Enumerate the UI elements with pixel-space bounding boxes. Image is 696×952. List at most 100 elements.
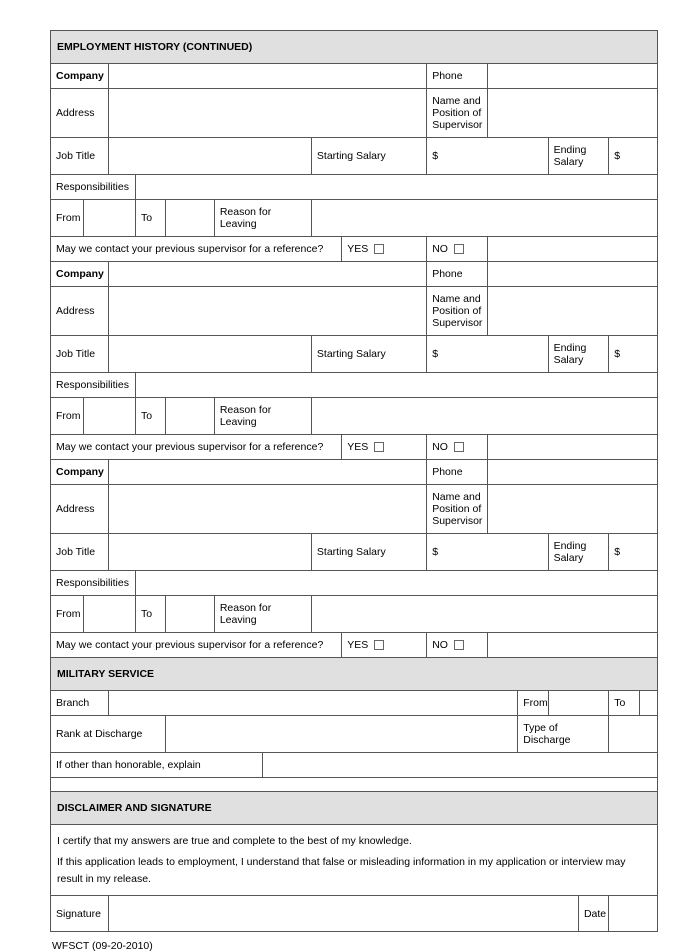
application-form: EMPLOYMENT HISTORY (CONTINUED) Company P… [50,30,658,932]
yes-checkbox[interactable]: YES [342,633,427,658]
disclaimer-signature-header: DISCLAIMER AND SIGNATURE [51,792,658,825]
type-discharge-field[interactable] [609,716,658,753]
reason-leaving-field[interactable] [311,200,657,237]
phone-field[interactable] [487,460,657,485]
starting-salary-label: Starting Salary [311,534,426,571]
other-honorable-field[interactable] [263,753,658,778]
ending-salary-label: Ending Salary [548,336,609,373]
to-label: To [135,200,165,237]
phone-label: Phone [427,262,488,287]
address-label: Address [51,485,109,534]
ending-salary-field[interactable]: $ [609,336,658,373]
job-title-field[interactable] [108,336,311,373]
contact-blank [487,435,657,460]
responsibilities-label: Responsibilities [51,373,136,398]
job-title-label: Job Title [51,336,109,373]
ending-salary-label: Ending Salary [548,534,609,571]
address-field[interactable] [108,287,427,336]
company-field[interactable] [108,460,427,485]
date-field[interactable] [609,896,658,932]
reason-leaving-field[interactable] [311,596,657,633]
from-field[interactable] [84,200,136,237]
no-checkbox[interactable]: NO [427,435,488,460]
company-field[interactable] [108,262,427,287]
to-label: To [135,398,165,435]
military-to-field[interactable] [639,691,657,716]
job-title-field[interactable] [108,138,311,175]
employment-history-header: EMPLOYMENT HISTORY (CONTINUED) [51,31,658,64]
no-checkbox[interactable]: NO [427,237,488,262]
address-label: Address [51,89,109,138]
rank-discharge-label: Rank at Discharge [51,716,166,753]
responsibilities-field[interactable] [135,571,657,596]
branch-field[interactable] [108,691,518,716]
job-title-field[interactable] [108,534,311,571]
starting-salary-field[interactable]: $ [427,336,548,373]
contact-supervisor-label: May we contact your previous supervisor … [51,237,342,262]
reason-leaving-label: Reason for Leaving [214,398,311,435]
contact-blank [487,237,657,262]
company-label: Company [51,460,109,485]
phone-field[interactable] [487,262,657,287]
from-label: From [51,398,84,435]
responsibilities-field[interactable] [135,373,657,398]
address-label: Address [51,287,109,336]
military-from-label: From [518,691,548,716]
type-discharge-label: Type of Discharge [518,716,609,753]
supervisor-label: Name and Position of Supervisor [427,287,488,336]
ending-salary-label: Ending Salary [548,138,609,175]
spacer [51,778,658,792]
from-field[interactable] [84,596,136,633]
responsibilities-label: Responsibilities [51,175,136,200]
starting-salary-label: Starting Salary [311,336,426,373]
disclaimer-text: I certify that my answers are true and c… [51,825,658,896]
branch-label: Branch [51,691,109,716]
from-field[interactable] [84,398,136,435]
date-label: Date [578,896,608,932]
job-title-label: Job Title [51,138,109,175]
supervisor-field[interactable] [487,89,657,138]
to-field[interactable] [166,200,215,237]
ending-salary-field[interactable]: $ [609,138,658,175]
starting-salary-field[interactable]: $ [427,534,548,571]
military-to-label: To [609,691,639,716]
phone-field[interactable] [487,64,657,89]
company-field[interactable] [108,64,427,89]
contact-blank [487,633,657,658]
company-label: Company [51,64,109,89]
address-field[interactable] [108,89,427,138]
yes-checkbox[interactable]: YES [342,435,427,460]
to-field[interactable] [166,398,215,435]
job-title-label: Job Title [51,534,109,571]
ending-salary-field[interactable]: $ [609,534,658,571]
from-label: From [51,200,84,237]
rank-discharge-field[interactable] [166,716,518,753]
supervisor-label: Name and Position of Supervisor [427,89,488,138]
reason-leaving-field[interactable] [311,398,657,435]
footer-text: WFSCT (09-20-2010) [50,940,658,952]
from-label: From [51,596,84,633]
no-checkbox[interactable]: NO [427,633,488,658]
company-label: Company [51,262,109,287]
phone-label: Phone [427,460,488,485]
yes-checkbox[interactable]: YES [342,237,427,262]
starting-salary-field[interactable]: $ [427,138,548,175]
supervisor-field[interactable] [487,287,657,336]
starting-salary-label: Starting Salary [311,138,426,175]
military-service-header: MILITARY SERVICE [51,658,658,691]
supervisor-label: Name and Position of Supervisor [427,485,488,534]
responsibilities-field[interactable] [135,175,657,200]
reason-leaving-label: Reason for Leaving [214,200,311,237]
signature-label: Signature [51,896,109,932]
other-honorable-label: If other than honorable, explain [51,753,263,778]
to-label: To [135,596,165,633]
signature-field[interactable] [108,896,578,932]
contact-supervisor-label: May we contact your previous supervisor … [51,633,342,658]
to-field[interactable] [166,596,215,633]
supervisor-field[interactable] [487,485,657,534]
responsibilities-label: Responsibilities [51,571,136,596]
military-from-field[interactable] [548,691,609,716]
phone-label: Phone [427,64,488,89]
address-field[interactable] [108,485,427,534]
contact-supervisor-label: May we contact your previous supervisor … [51,435,342,460]
